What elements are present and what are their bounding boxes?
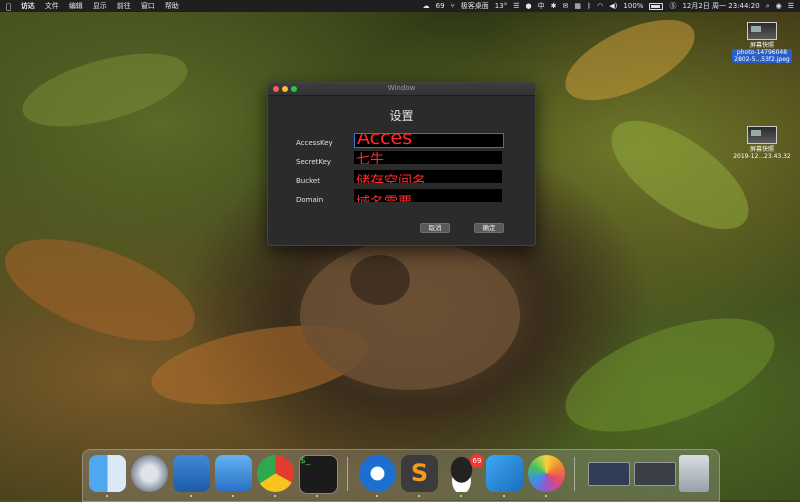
menu-file[interactable]: 文件 — [45, 1, 59, 11]
chrome-icon[interactable] — [257, 455, 294, 492]
accesskey-input[interactable]: Acces — [354, 133, 504, 148]
wallpaper-fern — [594, 100, 766, 250]
desktop-screenshot-file-2[interactable]: 屏幕快照 2019-12...23.43.32 — [727, 126, 797, 160]
settings-window: Window 设置 AccessKey SecretKey Bucket Dom… — [267, 82, 536, 246]
battery-percent[interactable]: 100% — [623, 2, 643, 10]
terminal-icon[interactable]: $_ — [299, 455, 338, 494]
menu-go[interactable]: 前往 — [117, 1, 131, 11]
menu-help[interactable]: 帮助 — [165, 1, 179, 11]
window-title: Window — [387, 84, 416, 92]
secretkey-input[interactable]: 七牛 — [354, 151, 502, 164]
battery-icon[interactable] — [649, 2, 664, 10]
menu-edit[interactable]: 编辑 — [69, 1, 83, 11]
menu-bar:  访达 文件 编辑 显示 前往 窗口 帮助 ☁ 69 ⑂ 极客桌面 13° ☰… — [0, 0, 800, 12]
dock-running-indicator — [418, 495, 420, 497]
weather-label[interactable]: 13° — [495, 2, 507, 10]
desktop-icon-caption: 2019-12...23.43.32 — [733, 153, 791, 160]
geek-desktop-icon[interactable]: ⑂ — [451, 2, 455, 10]
notification-count[interactable]: 69 — [436, 2, 445, 10]
screenshot-thumbnail — [747, 22, 777, 40]
dock-running-indicator — [190, 495, 192, 497]
geek-desktop-label[interactable]: 极客桌面 — [461, 1, 489, 11]
dock-running-indicator — [232, 495, 234, 497]
dock-running-indicator — [545, 495, 547, 497]
wallpaper-fern — [551, 295, 789, 455]
dock-separator — [347, 457, 348, 491]
desktop-icon-title: 屏幕快照 — [749, 42, 774, 49]
input-method[interactable]: 中 — [538, 1, 545, 11]
dock-running-indicator — [376, 495, 378, 497]
sourcetree-icon[interactable] — [359, 455, 396, 492]
spotlight-icon[interactable]: ⌕ — [766, 2, 770, 11]
wallpaper-fern — [553, 3, 707, 117]
microphone-icon[interactable]: ● — [526, 2, 532, 10]
ok-button[interactable]: 确定 — [474, 223, 504, 233]
bucket-label: Bucket — [296, 177, 320, 185]
desktop-icon-title: 屏幕快照 — [749, 146, 774, 153]
window-preview-1[interactable] — [588, 462, 630, 486]
trash-icon[interactable] — [679, 455, 709, 492]
screenshot-thumbnail — [747, 126, 777, 144]
qq-badge: 69 — [470, 454, 484, 468]
dock-running-indicator — [274, 495, 276, 497]
menu-app-name[interactable]: 访达 — [21, 1, 35, 11]
window-preview-2[interactable] — [634, 462, 676, 486]
settings-heading: 设置 — [389, 109, 414, 123]
vscode-icon[interactable] — [486, 455, 523, 492]
cloud-icon[interactable]: ☁ — [423, 2, 430, 10]
desktop-screenshot-file-1[interactable]: 屏幕快照 photo-14796048 2802-5...53f2.jpeg — [727, 22, 797, 63]
simulator-icon[interactable] — [215, 455, 252, 492]
bluetooth-icon[interactable]: ✱ — [551, 2, 557, 10]
wallpaper-fern — [15, 39, 195, 141]
bucket-input[interactable]: 储存空间名 — [354, 170, 502, 183]
dock-running-indicator — [106, 495, 108, 497]
desktop-icon-caption: photo-14796048 2802-5...53f2.jpeg — [732, 49, 792, 63]
grid-icon[interactable]: ▦ — [574, 2, 581, 10]
finder-icon[interactable] — [89, 455, 126, 492]
domain-label: Domain — [296, 196, 324, 204]
envelope-icon[interactable]: ✉ — [562, 2, 568, 10]
clock[interactable]: 12月2日 周一 23:44:20 — [682, 1, 759, 11]
sublime-icon[interactable]: S — [401, 455, 438, 492]
s-app-icon[interactable]: Ⓢ — [669, 1, 676, 11]
secretkey-label: SecretKey — [296, 158, 332, 166]
volume-icon[interactable]: ◀) — [609, 2, 617, 10]
avatar-icon[interactable]: ◉ — [776, 2, 782, 10]
menu-view[interactable]: 显示 — [93, 1, 107, 11]
dock-running-indicator — [316, 495, 318, 497]
dock-separator — [574, 457, 575, 491]
window-titlebar[interactable]: Window — [268, 83, 535, 96]
domain-input[interactable]: 域名需要 — [354, 189, 502, 202]
dock-running-indicator — [503, 495, 505, 497]
wallpaper-hedgehog-face — [350, 255, 410, 305]
notification-center-icon[interactable]: ☰ — [788, 2, 794, 10]
dock-running-indicator — [460, 495, 462, 497]
photos-icon[interactable] — [528, 455, 565, 492]
wallpaper-hedgehog — [300, 240, 520, 390]
list-icon[interactable]: ☰ — [513, 2, 519, 10]
wallpaper-fern — [0, 218, 208, 362]
bluetooth-status-icon[interactable]: ᛒ — [587, 2, 591, 10]
wifi-icon[interactable]: ◠ — [597, 2, 603, 10]
menu-window[interactable]: 窗口 — [141, 1, 155, 11]
launchpad-icon[interactable] — [131, 455, 168, 492]
cancel-button[interactable]: 取消 — [420, 223, 450, 233]
apple-menu-icon[interactable]:  — [6, 2, 11, 11]
accesskey-label: AccessKey — [296, 139, 333, 147]
xcode-icon[interactable] — [173, 455, 210, 492]
